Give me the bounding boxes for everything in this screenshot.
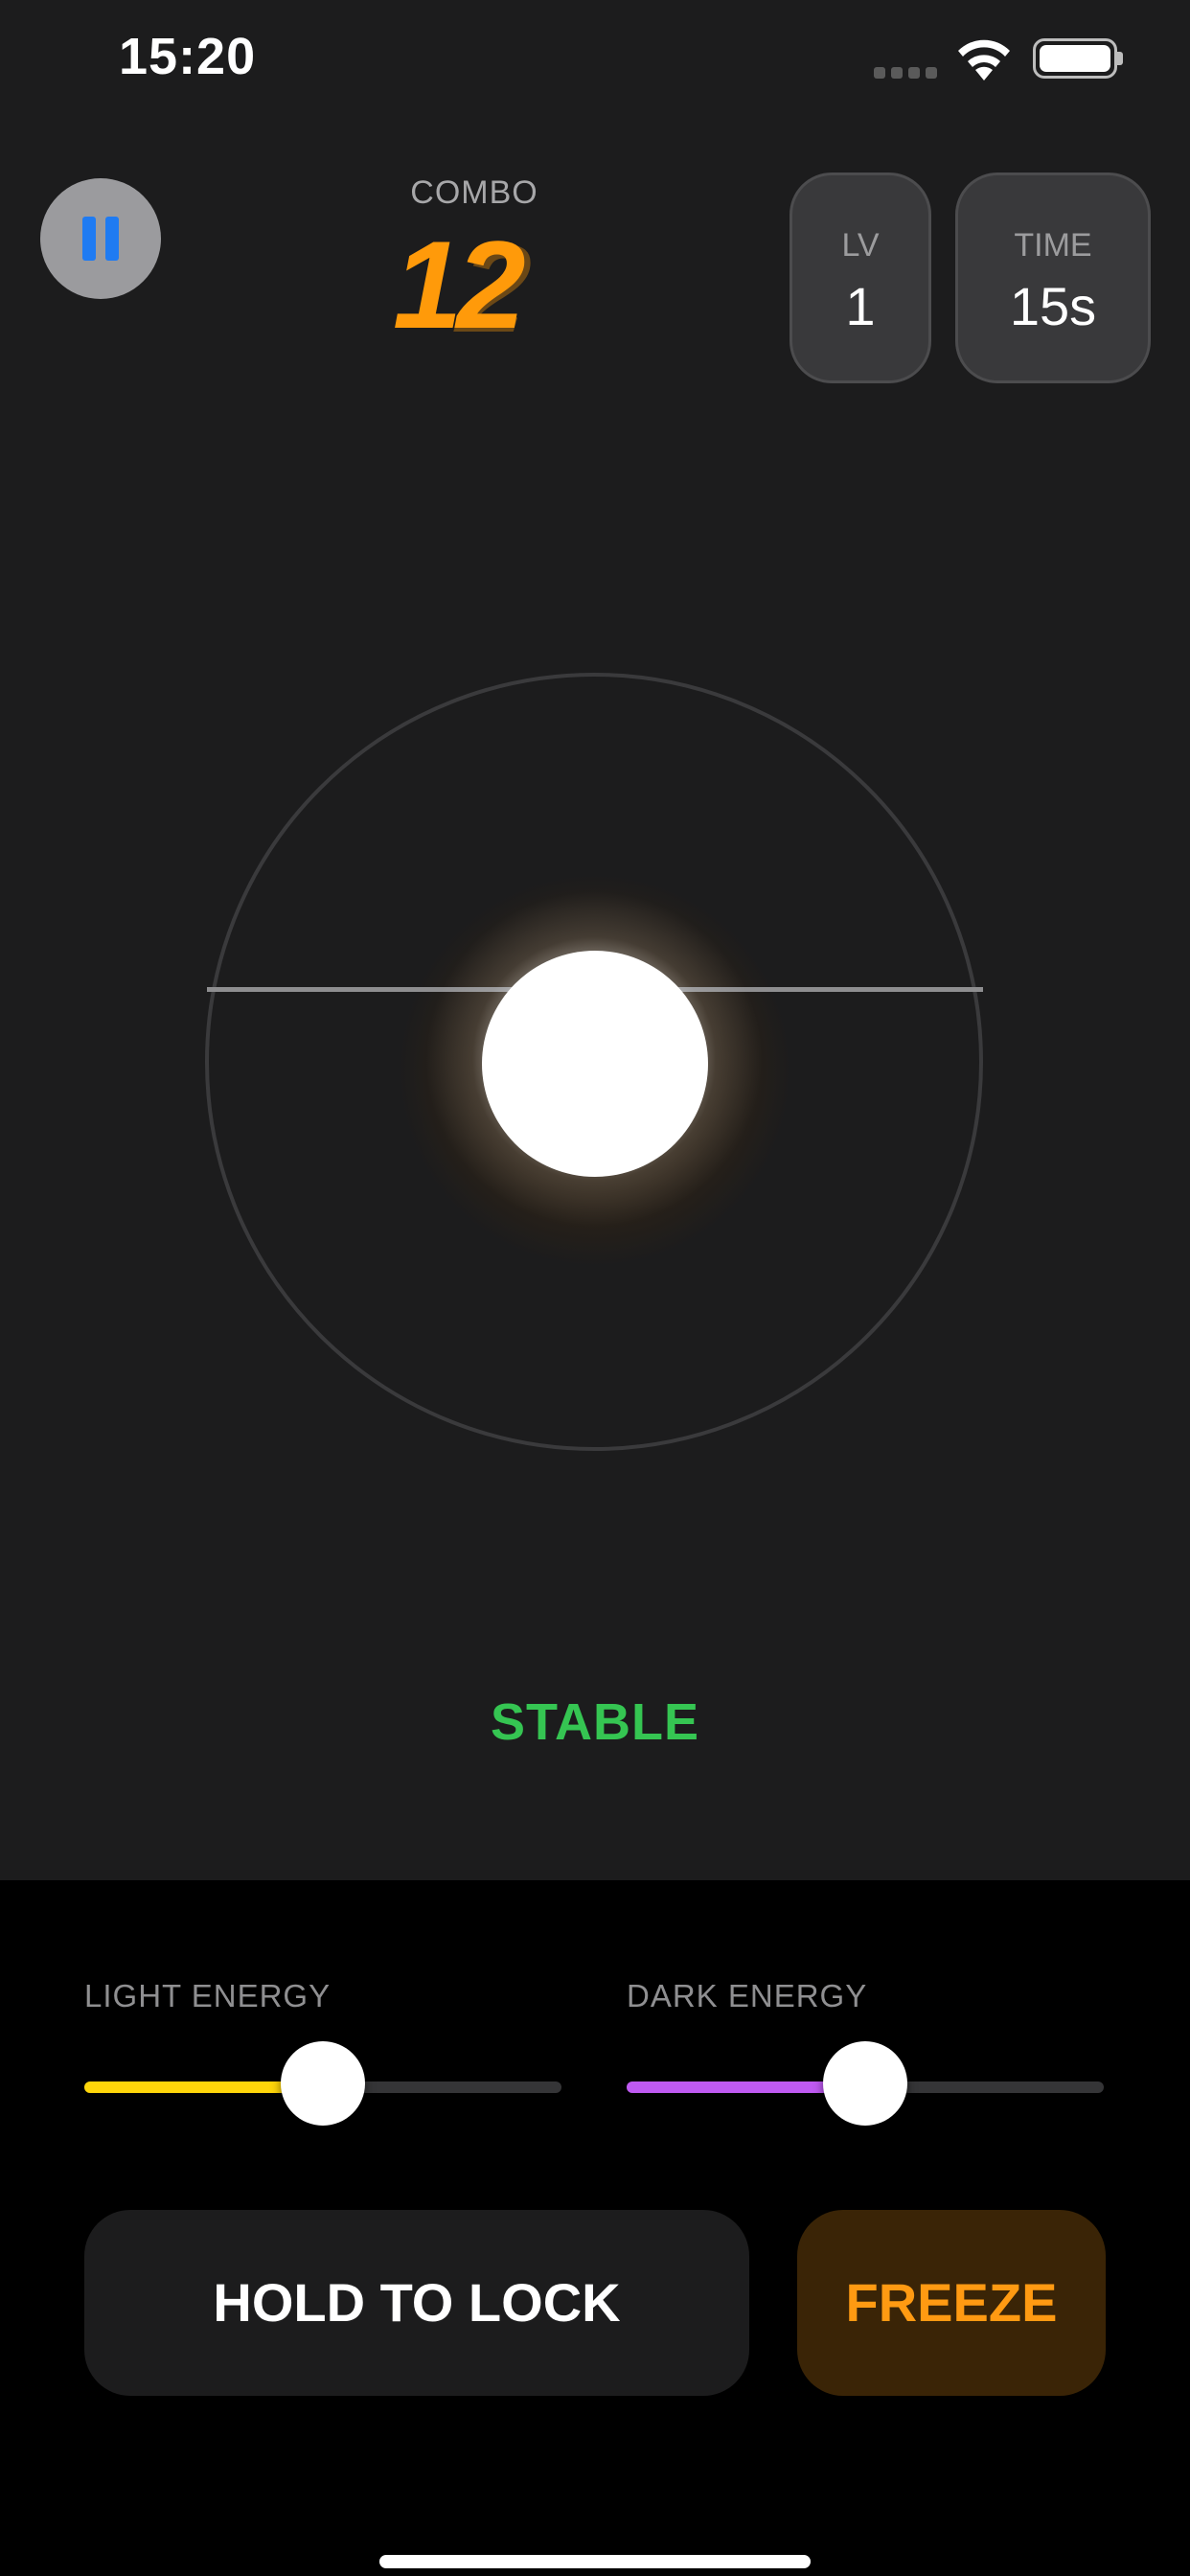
dark-energy-thumb[interactable]: [823, 2041, 907, 2126]
pause-button[interactable]: [40, 178, 161, 299]
pause-icon: [82, 217, 96, 261]
wifi-icon: [958, 39, 1010, 80]
battery-tip: [1117, 52, 1123, 65]
level-value: 1: [845, 276, 876, 336]
battery-icon: [1033, 38, 1117, 79]
level-label: LV: [841, 227, 880, 264]
combo-value: 12: [393, 215, 526, 355]
time-value: 15s: [1009, 276, 1097, 336]
time-card: TIME 15s: [955, 172, 1151, 383]
light-energy-label: LIGHT ENERGY: [84, 1978, 332, 2013]
balance-orb[interactable]: [482, 951, 708, 1177]
dark-energy-label: DARK ENERGY: [627, 1978, 868, 2013]
cellular-signal-icon: [874, 67, 937, 79]
status-time: 15:20: [119, 28, 257, 85]
time-label: TIME: [1014, 227, 1092, 264]
level-card: LV 1: [790, 172, 931, 383]
balance-state: STABLE: [491, 1693, 699, 1751]
game-area: 15:20 COMBO 2 12 LV 1 TIME 15s STABLE: [0, 0, 1190, 1880]
freeze-button[interactable]: FREEZE: [797, 2210, 1106, 2396]
pause-icon-bar: [105, 217, 119, 261]
hold-to-lock-button[interactable]: HOLD TO LOCK: [84, 2210, 749, 2396]
combo-label: COMBO: [410, 174, 538, 211]
home-indicator[interactable]: [379, 2555, 811, 2568]
light-energy-thumb[interactable]: [281, 2041, 365, 2126]
